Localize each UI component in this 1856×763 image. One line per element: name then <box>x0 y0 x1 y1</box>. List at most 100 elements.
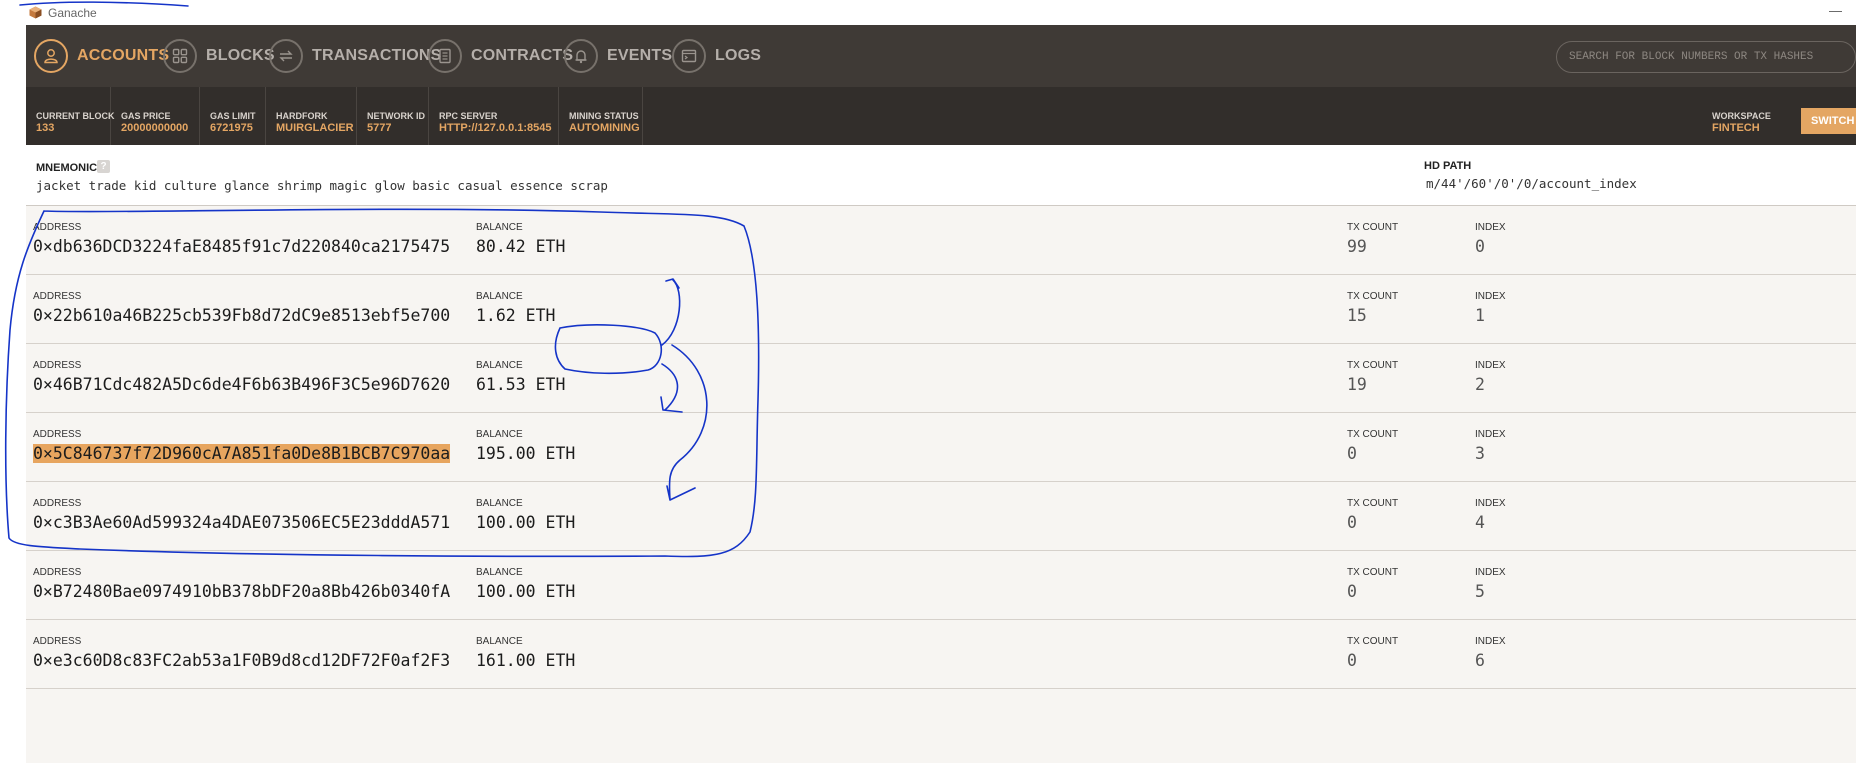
index-label: INDEX <box>1475 360 1506 371</box>
tx-count-label: TX COUNT <box>1347 429 1399 440</box>
account-address[interactable]: 0×B72480Bae0974910bB378bDF20a8Bb426b0340… <box>33 582 450 601</box>
account-index: 6 <box>1475 651 1485 670</box>
account-index: 4 <box>1475 513 1485 532</box>
account-balance: 100.00 ETH <box>476 582 576 601</box>
stat-label: NETWORK ID <box>367 111 425 121</box>
account-row[interactable]: ADDRESS 0×e3c60D8c83FC2ab53a1F0B9d8cd12D… <box>26 620 1856 689</box>
tx-count-label: TX COUNT <box>1347 567 1399 578</box>
account-balance: 61.53 ETH <box>476 375 566 394</box>
stat-label: MINING STATUS <box>569 111 639 121</box>
account-row[interactable]: ADDRESS 0×22b610a46B225cb539Fb8d72dC9e85… <box>26 275 1856 344</box>
hd-path-label: HD PATH <box>1424 160 1472 172</box>
nav-events[interactable]: EVENTS <box>564 37 672 75</box>
account-address[interactable]: 0×e3c60D8c83FC2ab53a1F0B9d8cd12DF72F0af2… <box>33 651 450 670</box>
nav-logs[interactable]: LOGS <box>672 37 761 75</box>
minimize-button[interactable]: — <box>1829 3 1842 18</box>
balance-label: BALANCE <box>476 291 523 302</box>
ganache-app: ACCOUNTS BLOCKS TRANSACTIONS CONTRACTS E… <box>26 25 1856 763</box>
search-input[interactable] <box>1556 41 1856 73</box>
tx-count-label: TX COUNT <box>1347 636 1399 647</box>
account-balance: 100.00 ETH <box>476 513 576 532</box>
stat-label: GAS LIMIT <box>210 111 256 121</box>
account-balance: 161.00 ETH <box>476 651 576 670</box>
address-label: ADDRESS <box>33 291 82 302</box>
bell-icon <box>564 39 598 73</box>
tx-count-label: TX COUNT <box>1347 291 1399 302</box>
person-icon <box>34 39 68 73</box>
account-balance: 195.00 ETH <box>476 444 576 463</box>
nav-accounts-label: ACCOUNTS <box>77 47 170 64</box>
account-row[interactable]: ADDRESS 0×5C846737f72D960cA7A851fa0De8B1… <box>26 413 1856 482</box>
account-tx-count: 19 <box>1347 375 1367 394</box>
tx-count-label: TX COUNT <box>1347 222 1399 233</box>
nav-transactions-label: TRANSACTIONS <box>312 47 442 64</box>
nav-logs-label: LOGS <box>715 47 762 64</box>
document-icon <box>428 39 462 73</box>
account-row[interactable]: ADDRESS 0×46B71Cdc482A5Dc6de4F6b63B496F3… <box>26 344 1856 413</box>
balance-label: BALANCE <box>476 360 523 371</box>
switch-workspace-button[interactable]: SWITCH <box>1801 108 1856 134</box>
stat-value: 133 <box>36 122 55 134</box>
account-tx-count: 15 <box>1347 306 1367 325</box>
account-row[interactable]: ADDRESS 0×c3B3Ae60Ad599324a4DAE073506EC5… <box>26 482 1856 551</box>
account-index: 5 <box>1475 582 1485 601</box>
nav-blocks-label: BLOCKS <box>206 47 275 64</box>
stat-label: HARDFORK <box>276 111 328 121</box>
stat-value: 20000000000 <box>121 122 189 134</box>
nav-transactions[interactable]: TRANSACTIONS <box>269 37 442 75</box>
stat-value: MUIRGLACIER <box>276 122 354 134</box>
mnemonic-panel: MNEMONIC ? jacket trade kid culture glan… <box>26 145 1856 206</box>
blocks-grid-icon <box>163 39 197 73</box>
account-index: 1 <box>1475 306 1485 325</box>
account-row[interactable]: ADDRESS 0×B72480Bae0974910bB378bDF20a8Bb… <box>26 551 1856 620</box>
index-label: INDEX <box>1475 222 1506 233</box>
account-tx-count: 0 <box>1347 444 1357 463</box>
balance-label: BALANCE <box>476 222 523 233</box>
address-label: ADDRESS <box>33 636 82 647</box>
account-address[interactable]: 0×db636DCD3224faE8485f91c7d220840ca21754… <box>33 237 450 256</box>
index-label: INDEX <box>1475 567 1506 578</box>
help-icon[interactable]: ? <box>97 160 110 173</box>
index-label: INDEX <box>1475 498 1506 509</box>
account-balance: 80.42 ETH <box>476 237 566 256</box>
stat-rpc-server: RPC SERVER HTTP://127.0.0.1:8545 <box>429 87 559 145</box>
address-label: ADDRESS <box>33 222 82 233</box>
nav-accounts[interactable]: ACCOUNTS <box>34 37 169 75</box>
stat-mining-status: MINING STATUS AUTOMINING <box>559 87 643 145</box>
address-label: ADDRESS <box>33 567 82 578</box>
balance-label: BALANCE <box>476 498 523 509</box>
account-address[interactable]: 0×c3B3Ae60Ad599324a4DAE073506EC5E23dddA5… <box>33 513 450 532</box>
terminal-icon <box>672 39 706 73</box>
mnemonic-words: jacket trade kid culture glance shrimp m… <box>36 178 608 193</box>
nav-events-label: EVENTS <box>607 47 673 64</box>
nav-blocks[interactable]: BLOCKS <box>163 37 275 75</box>
account-address-selected[interactable]: 0×5C846737f72D960cA7A851fa0De8B1BCB7C970… <box>33 444 451 463</box>
stat-gas-price: GAS PRICE 20000000000 <box>111 87 200 145</box>
account-row[interactable]: ADDRESS 0×db636DCD3224faE8485f91c7d22084… <box>26 206 1856 275</box>
account-balance: 1.62 ETH <box>476 306 556 325</box>
tx-count-label: TX COUNT <box>1347 498 1399 509</box>
stat-gas-limit: GAS LIMIT 6721975 <box>200 87 266 145</box>
nav-contracts[interactable]: CONTRACTS <box>428 37 573 75</box>
mnemonic-label: MNEMONIC <box>36 162 98 174</box>
window-titlebar: Ganache — <box>0 0 1856 25</box>
balance-label: BALANCE <box>476 567 523 578</box>
account-index: 0 <box>1475 237 1485 256</box>
tx-count-label: TX COUNT <box>1347 360 1399 371</box>
workspace-value: FINTECH <box>1712 122 1760 134</box>
stat-label: CURRENT BLOCK <box>36 111 115 121</box>
stat-label: RPC SERVER <box>439 111 498 121</box>
accounts-list: ADDRESS 0×db636DCD3224faE8485f91c7d22084… <box>26 206 1856 689</box>
stat-value: HTTP://127.0.0.1:8545 <box>439 122 552 134</box>
nav-contracts-label: CONTRACTS <box>471 47 574 64</box>
address-label: ADDRESS <box>33 429 82 440</box>
stat-value: 6721975 <box>210 122 253 134</box>
account-address[interactable]: 0×22b610a46B225cb539Fb8d72dC9e8513ebf5e7… <box>33 306 450 325</box>
arrows-swap-icon <box>269 39 303 73</box>
top-navigation: ACCOUNTS BLOCKS TRANSACTIONS CONTRACTS E… <box>26 25 1856 87</box>
index-label: INDEX <box>1475 429 1506 440</box>
status-bar: CURRENT BLOCK 133 GAS PRICE 20000000000 … <box>26 87 1856 145</box>
account-address[interactable]: 0×46B71Cdc482A5Dc6de4F6b63B496F3C5e96D76… <box>33 375 450 394</box>
account-tx-count: 0 <box>1347 651 1357 670</box>
ganache-logo-icon <box>29 6 42 19</box>
